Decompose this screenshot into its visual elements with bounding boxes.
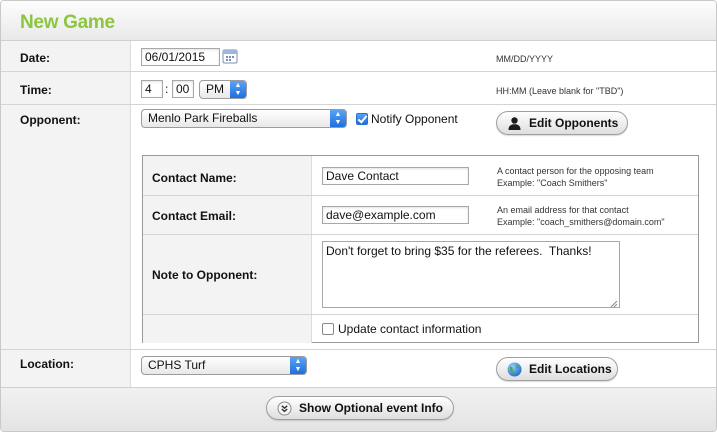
contact-name-label: Contact Name: [152,171,237,185]
select-arrows-icon: ▲ ▼ [290,357,306,374]
contact-name-row: Contact Name: A contact person for the o… [143,156,698,196]
contact-name-hint-2: Example: "Coach Smithers" [497,178,608,188]
select-arrows-icon: ▲ ▼ [330,110,346,127]
edit-opponents-button[interactable]: Edit Opponents [496,111,628,135]
date-row: Date: MM/DD/YYYY [1,41,716,72]
ampm-value: PM [206,82,224,96]
contact-email-hint-1: An email address for that contact [497,205,629,215]
contact-email-row: Contact Email: An email address for that… [143,196,698,235]
opponent-contact-table: Contact Name: A contact person for the o… [142,155,699,343]
select-arrows-icon: ▲ ▼ [230,81,246,98]
time-label: Time: [20,83,52,97]
contact-name-input[interactable] [322,167,469,185]
note-label: Note to Opponent: [152,268,258,282]
location-select[interactable]: CPHS Turf ▲ ▼ [141,356,307,375]
opponent-select[interactable]: Menlo Park Fireballs ▲ ▼ [141,109,347,128]
title-bar: New Game [1,1,716,41]
update-contact-label: Update contact information [338,322,482,336]
ampm-select[interactable]: PM ▲ ▼ [199,80,247,99]
date-label: Date: [20,51,51,65]
location-row: Location: CPHS Turf ▲ ▼ Edit Locations [1,350,716,387]
time-hint: HH:MM (Leave blank for "TBD") [496,86,624,96]
time-row: Time: : PM ▲▼ HH:MM (Leave blank for "TB… [1,72,716,105]
update-contact-row: Update contact information [143,315,698,343]
note-textarea[interactable]: Don't forget to bring $35 for the refere… [322,241,620,308]
note-row: Note to Opponent: Don't forget to bring … [143,235,698,315]
location-label: Location: [20,357,74,371]
notify-opponent-label: Notify Opponent [371,112,458,126]
show-optional-info-label: Show Optional event Info [299,401,443,415]
contact-email-input[interactable] [322,206,469,224]
hour-input[interactable] [141,80,163,98]
edit-locations-label: Edit Locations [529,362,612,376]
calendar-icon[interactable] [222,48,238,64]
update-contact-checkbox[interactable] [322,323,334,335]
notify-opponent-checkbox[interactable] [356,113,368,125]
resize-grip-icon[interactable] [609,297,618,308]
contact-name-hint-1: A contact person for the opposing team [497,166,654,176]
globe-icon [507,362,522,377]
edit-opponents-label: Edit Opponents [529,116,619,130]
chevron-double-down-icon [277,401,292,416]
date-hint: MM/DD/YYYY [496,54,554,64]
show-optional-info-button[interactable]: Show Optional event Info [266,396,454,420]
opponent-label: Opponent: [20,113,81,127]
location-value: CPHS Turf [148,358,206,372]
footer-bar: Show Optional event Info [1,387,716,431]
contact-email-label: Contact Email: [152,209,237,223]
person-icon [507,116,522,131]
contact-email-hint-2: Example: "coach_smithers@domain.com" [497,217,665,227]
time-separator: : [165,82,169,96]
minute-input[interactable] [172,80,194,98]
edit-locations-button[interactable]: Edit Locations [496,357,618,381]
new-game-panel: New Game Date: MM/DD/YYYY Time: : PM [0,0,717,432]
date-input[interactable] [141,48,220,66]
opponent-value: Menlo Park Fireballs [148,111,258,125]
page-title: New Game [20,12,115,33]
